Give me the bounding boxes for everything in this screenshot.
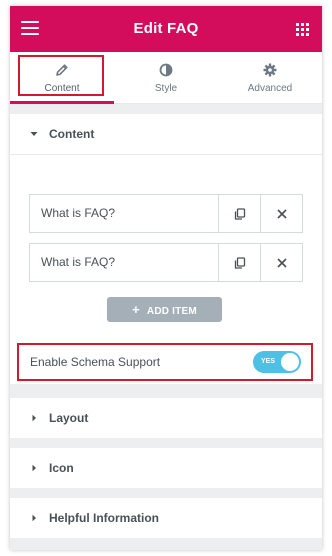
section-helpful-information-title: Helpful Information <box>49 511 159 525</box>
section-layout-header[interactable]: Layout <box>10 398 322 438</box>
panel-header: Edit FAQ <box>10 6 322 52</box>
section-layout-title: Layout <box>49 411 89 425</box>
gear-icon <box>218 63 322 77</box>
content-section-body: What is FAQ? What is FAQ? + ADD ITEM Ena… <box>10 154 322 384</box>
half-circle-icon <box>114 63 218 77</box>
repeater-item-title[interactable]: What is FAQ? <box>30 195 218 232</box>
section-content-title: Content <box>49 127 95 141</box>
caret-down-icon <box>30 132 38 136</box>
toggle-knob <box>281 353 299 371</box>
copy-icon <box>234 207 245 220</box>
section-icon-header[interactable]: Icon <box>10 448 322 488</box>
section-content-header[interactable]: Content <box>10 114 322 154</box>
section-icon-title: Icon <box>49 461 74 475</box>
schema-support-control: Enable Schema Support YES <box>17 343 313 381</box>
repeater-item: What is FAQ? <box>29 243 303 282</box>
close-icon <box>276 208 287 219</box>
tab-advanced-label: Advanced <box>247 83 293 94</box>
toggle-yes-text: YES <box>261 358 276 365</box>
copy-icon <box>234 256 245 269</box>
caret-right-icon <box>32 414 36 422</box>
section-helpful-information-header[interactable]: Helpful Information <box>10 498 322 538</box>
repeater-item-title[interactable]: What is FAQ? <box>30 244 218 281</box>
add-item-button[interactable]: + ADD ITEM <box>107 297 222 322</box>
remove-button[interactable] <box>260 244 302 281</box>
panel-tabs: Content Style Advanced <box>10 52 322 104</box>
panel-title: Edit FAQ <box>133 20 199 37</box>
editor-panel: Edit FAQ Content Style Advanced Content … <box>10 6 322 550</box>
schema-support-label: Enable Schema Support <box>30 355 161 369</box>
caret-right-icon <box>32 464 36 472</box>
tab-highlight-box <box>18 55 104 96</box>
duplicate-button[interactable] <box>218 244 260 281</box>
grid-icon[interactable] <box>296 23 309 36</box>
caret-right-icon <box>32 514 36 522</box>
plus-icon: + <box>132 302 140 317</box>
duplicate-button[interactable] <box>218 195 260 232</box>
tab-style[interactable]: Style <box>114 52 218 104</box>
add-item-label: ADD ITEM <box>146 306 197 317</box>
schema-support-toggle[interactable]: YES <box>253 351 301 373</box>
tab-content[interactable]: Content <box>10 52 114 104</box>
tab-advanced[interactable]: Advanced <box>218 52 322 104</box>
repeater-item: What is FAQ? <box>29 194 303 233</box>
tab-style-label: Style <box>154 83 178 94</box>
active-tab-indicator <box>10 101 114 104</box>
remove-button[interactable] <box>260 195 302 232</box>
close-icon <box>276 257 287 268</box>
